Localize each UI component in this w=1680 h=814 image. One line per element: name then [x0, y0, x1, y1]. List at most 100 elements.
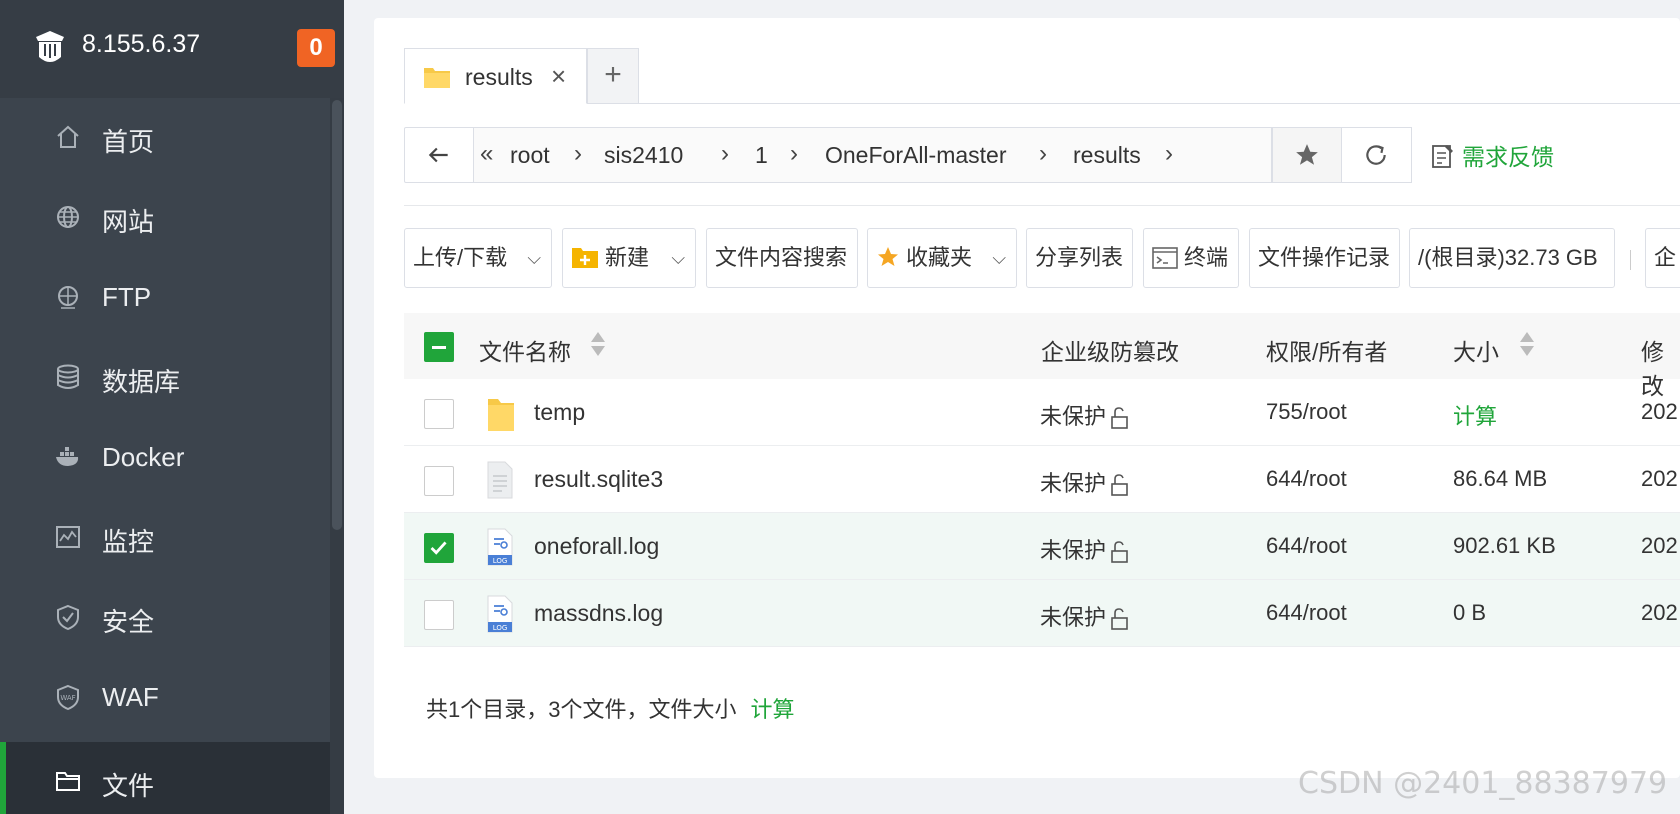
favorites-label: 收藏夹: [906, 245, 973, 270]
protect-label: 未保护: [1040, 471, 1107, 496]
permission[interactable]: 644/root: [1266, 466, 1347, 492]
shield-icon: [57, 604, 79, 631]
summary-text: 共1个目录，3个文件，文件大小: [426, 697, 737, 722]
breadcrumb-item[interactable]: results: [1073, 142, 1141, 169]
sidebar-item-website[interactable]: 网站: [0, 178, 330, 258]
back-button[interactable]: [404, 127, 474, 183]
disk-select-button[interactable]: /(根目录)32.73 GB: [1409, 228, 1615, 288]
bt-logo-icon: [36, 31, 64, 62]
breadcrumb-item[interactable]: sis2410: [604, 142, 683, 169]
home-icon: [57, 125, 79, 148]
permission[interactable]: 755/root: [1266, 399, 1347, 425]
file-name[interactable]: oneforall.log: [534, 533, 659, 560]
protect-status[interactable]: 未保护: [1040, 399, 1130, 431]
table-row[interactable]: LOG massdns.log 未保护 644/root 0 B 202: [404, 580, 1680, 647]
sidebar-item-label: 文件: [102, 771, 155, 801]
sidebar-header: 8.155.6.37 0: [0, 0, 344, 98]
unlock-icon: [1111, 407, 1128, 429]
table-row[interactable]: temp 未保护 755/root 计算 202: [404, 379, 1680, 446]
sidebar-item-label: Docker: [102, 442, 185, 472]
file-name[interactable]: result.sqlite3: [534, 466, 663, 493]
sort-icon[interactable]: [589, 330, 607, 358]
add-tab-button[interactable]: +: [587, 48, 639, 104]
svg-text:LOG: LOG: [493, 557, 508, 565]
server-ip[interactable]: 8.155.6.37: [82, 30, 200, 59]
sidebar-item-home[interactable]: 首页: [0, 98, 330, 178]
row-checkbox[interactable]: [424, 399, 454, 429]
globe-icon: [57, 206, 79, 228]
header-permission: 权限/所有者: [1266, 339, 1388, 365]
row-checkbox[interactable]: [424, 600, 454, 630]
protect-label: 未保护: [1040, 538, 1107, 563]
terminal-label: 终端: [1184, 245, 1229, 270]
double-chevron-left-icon[interactable]: «: [480, 140, 493, 168]
upload-download-label: 上传/下载: [413, 245, 508, 270]
feedback-link[interactable]: 需求反馈: [1432, 138, 1554, 172]
folder-icon: [488, 399, 514, 431]
new-button[interactable]: 新建 ⌵: [562, 228, 696, 288]
share-list-button[interactable]: 分享列表: [1026, 228, 1133, 288]
breadcrumb-item[interactable]: OneForAll-master: [825, 142, 1006, 169]
folder-icon: [56, 772, 80, 791]
file-size: 902.61 KB: [1453, 533, 1556, 558]
tab-close-icon[interactable]: ×: [551, 61, 566, 92]
tab-results[interactable]: results ×: [404, 48, 587, 104]
row-checkbox[interactable]: [424, 533, 454, 563]
calculate-size-link[interactable]: 计算: [1453, 399, 1497, 431]
unlock-icon: [1111, 474, 1128, 496]
chevron-down-icon: ⌵: [527, 248, 541, 268]
sidebar: 8.155.6.37 0 首页 网站 FTP 数据库 Docker 监控 安全 …: [0, 0, 344, 814]
row-checkbox[interactable]: [424, 466, 454, 496]
calculate-total-link[interactable]: 计算: [750, 697, 794, 722]
sidebar-item-label: 网站: [102, 207, 155, 237]
new-folder-icon: [572, 248, 598, 268]
feedback-label: 需求反馈: [1462, 144, 1554, 170]
content-search-button[interactable]: 文件内容搜索: [706, 228, 858, 288]
star-icon: [1296, 144, 1318, 165]
select-all-checkbox[interactable]: [424, 332, 454, 362]
arrow-left-icon: [428, 147, 448, 163]
sidebar-item-security[interactable]: 安全: [0, 578, 330, 658]
sidebar-item-waf[interactable]: WAF WAF: [0, 658, 330, 738]
sort-icon[interactable]: [1518, 330, 1536, 358]
file-name[interactable]: temp: [534, 399, 585, 426]
sidebar-item-files[interactable]: 文件: [0, 742, 330, 814]
permission[interactable]: 644/root: [1266, 600, 1347, 626]
breadcrumb[interactable]: « root › sis2410 › 1 › OneForAll-master …: [474, 127, 1272, 183]
sidebar-item-docker[interactable]: Docker: [0, 418, 330, 498]
sidebar-item-monitor[interactable]: 监控: [0, 498, 330, 578]
chevron-right-icon: ›: [721, 140, 729, 167]
table-row[interactable]: result.sqlite3 未保护 644/root 86.64 MB 202: [404, 446, 1680, 513]
sidebar-item-ftp[interactable]: FTP: [0, 258, 330, 338]
favorite-button[interactable]: [1272, 127, 1342, 183]
header-filename[interactable]: 文件名称: [479, 333, 571, 367]
protect-status[interactable]: 未保护: [1040, 600, 1130, 632]
more-button[interactable]: 企: [1645, 228, 1680, 288]
breadcrumb-item[interactable]: root: [510, 142, 550, 169]
refresh-icon: [1366, 145, 1386, 165]
favorites-button[interactable]: 收藏夹 ⌵: [867, 228, 1017, 288]
file-name[interactable]: massdns.log: [534, 600, 663, 627]
upload-download-button[interactable]: 上传/下载 ⌵: [404, 228, 552, 288]
table-header: 文件名称 企业级防篡改 权限/所有者 大小 修改: [404, 313, 1680, 399]
permission[interactable]: 644/root: [1266, 533, 1347, 559]
protect-status[interactable]: 未保护: [1040, 533, 1130, 565]
chevron-down-icon: ⌵: [671, 248, 685, 268]
watermark: CSDN @2401_88387979: [1298, 766, 1668, 801]
breadcrumb-item[interactable]: 1: [755, 142, 768, 169]
sidebar-item-database[interactable]: 数据库: [0, 338, 330, 418]
terminal-button[interactable]: 终端: [1143, 228, 1239, 288]
unlock-icon: [1111, 541, 1128, 563]
header-size[interactable]: 大小: [1453, 333, 1499, 367]
notification-badge[interactable]: 0: [297, 29, 335, 67]
protect-status[interactable]: 未保护: [1040, 466, 1130, 498]
refresh-button[interactable]: [1342, 127, 1412, 183]
edit-note-icon: [1432, 145, 1453, 168]
modified-time: 202: [1641, 466, 1678, 491]
table-row[interactable]: LOG oneforall.log 未保护 644/root 902.61 KB…: [404, 513, 1680, 580]
operation-log-label: 文件操作记录: [1258, 245, 1391, 270]
operation-log-button[interactable]: 文件操作记录: [1249, 228, 1400, 288]
log-file-icon: LOG: [487, 528, 513, 566]
sidebar-scrollbar[interactable]: [332, 100, 342, 530]
more-label: 企: [1654, 245, 1677, 270]
